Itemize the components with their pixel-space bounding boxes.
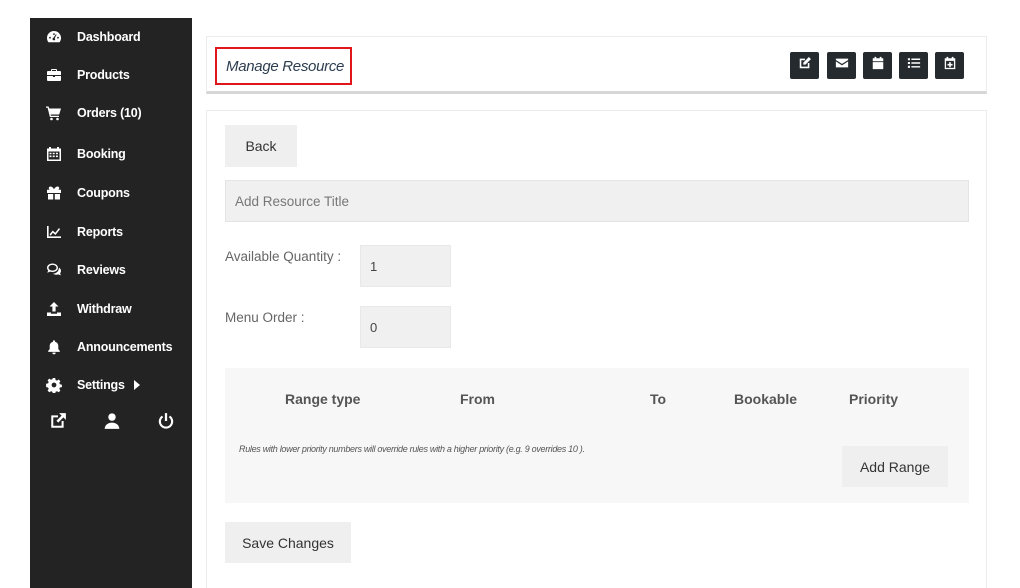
calendar-icon — [871, 56, 885, 75]
page-title: Manage Resource — [215, 47, 352, 85]
sidebar-item-label: Withdraw — [77, 302, 132, 316]
sidebar-item-withdraw[interactable]: Withdraw — [30, 290, 192, 328]
email-button[interactable] — [827, 52, 856, 79]
available-quantity-input[interactable] — [360, 245, 451, 287]
menu-order-input[interactable] — [360, 306, 451, 348]
power-icon[interactable] — [157, 412, 175, 430]
add-booking-button[interactable] — [935, 52, 964, 79]
sidebar-item-announcements[interactable]: Announcements — [30, 328, 192, 366]
comments-icon — [45, 261, 63, 279]
envelope-icon — [835, 56, 849, 75]
cart-icon — [45, 104, 63, 122]
dashboard-icon — [45, 28, 63, 46]
sidebar-item-label: Booking — [77, 147, 126, 161]
sidebar-item-reviews[interactable]: Reviews — [30, 251, 192, 289]
available-quantity-label: Available Quantity : — [225, 249, 342, 264]
resource-form-card: Back Available Quantity : Menu Order : R… — [206, 110, 987, 588]
edit-icon — [798, 56, 812, 75]
sidebar-item-orders[interactable]: Orders (10) — [30, 94, 192, 132]
upload-icon — [45, 300, 63, 318]
sidebar-item-label: Settings — [77, 378, 125, 392]
sidebar-item-reports[interactable]: Reports — [30, 213, 192, 251]
menu-order-label: Menu Order : — [225, 310, 305, 325]
chart-icon — [45, 223, 63, 241]
sidebar-item-label: Orders (10) — [77, 106, 142, 120]
briefcase-icon — [45, 66, 63, 84]
sidebar-item-label: Reviews — [77, 263, 126, 277]
sidebar-footer-icons — [30, 410, 192, 434]
edit-button[interactable] — [790, 52, 819, 79]
column-header-to: To — [650, 391, 667, 407]
column-header-bookable: Bookable — [734, 391, 798, 407]
sidebar-item-coupons[interactable]: Coupons — [30, 174, 192, 212]
sidebar-item-label: Announcements — [77, 340, 173, 354]
page-header: Manage Resource — [206, 36, 987, 94]
sidebar-item-products[interactable]: Products — [30, 56, 192, 94]
sidebar-item-booking[interactable]: Booking — [30, 135, 192, 173]
back-button[interactable]: Back — [225, 125, 297, 167]
sidebar: Dashboard Products Orders (10) Booking C… — [30, 18, 192, 588]
list-button[interactable] — [899, 52, 928, 79]
gift-icon — [45, 184, 63, 202]
column-header-range-type: Range type — [285, 391, 361, 407]
sidebar-item-settings[interactable]: Settings — [30, 366, 192, 404]
calendar-plus-icon — [943, 56, 957, 75]
bell-icon — [45, 338, 63, 356]
column-header-from: From — [460, 391, 495, 407]
sidebar-item-label: Reports — [77, 225, 123, 239]
column-header-priority: Priority — [849, 391, 899, 407]
sidebar-item-label: Dashboard — [77, 30, 141, 44]
external-link-icon[interactable] — [49, 412, 67, 430]
sidebar-item-dashboard[interactable]: Dashboard — [30, 18, 192, 56]
calendar-icon — [45, 145, 63, 163]
add-range-button[interactable]: Add Range — [842, 446, 948, 487]
list-icon — [907, 56, 921, 75]
calendar-button[interactable] — [863, 52, 892, 79]
user-icon[interactable] — [103, 412, 121, 430]
range-table: Range type From To Bookable Priority Rul… — [225, 368, 969, 503]
save-changes-button[interactable]: Save Changes — [225, 522, 351, 563]
caret-right-icon — [133, 380, 140, 390]
resource-title-input[interactable] — [225, 180, 969, 222]
sidebar-item-label: Coupons — [77, 186, 130, 200]
sidebar-item-label: Products — [77, 68, 130, 82]
gear-icon — [45, 376, 63, 394]
priority-note: Rules with lower priority numbers will o… — [239, 444, 585, 454]
